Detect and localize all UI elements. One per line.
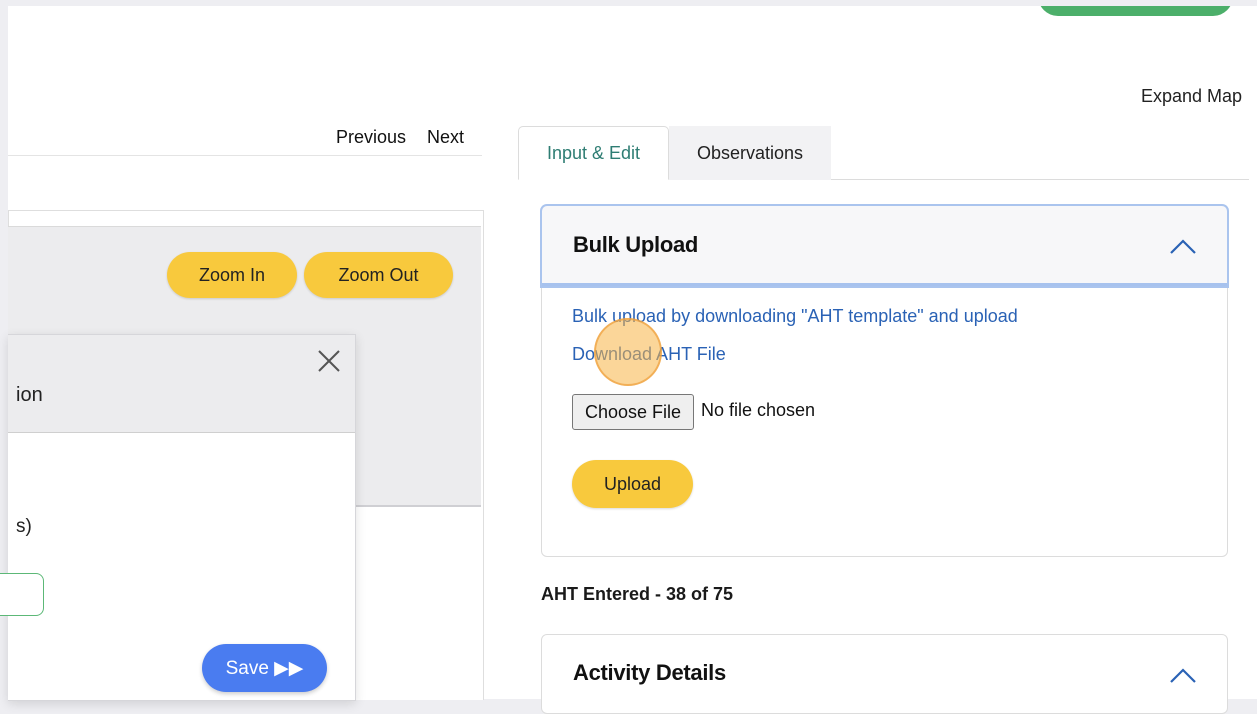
download-aht-file-link[interactable]: Download AHT File xyxy=(572,344,726,365)
bulk-upload-instruction-link[interactable]: Bulk upload by downloading "AHT template… xyxy=(572,306,1018,327)
save-next-button[interactable]: Save ▶▶ xyxy=(202,644,327,692)
zoom-in-button[interactable]: Zoom In xyxy=(167,252,297,298)
tab-input-edit[interactable]: Input & Edit xyxy=(518,126,669,180)
chevron-up-icon[interactable] xyxy=(1169,666,1197,684)
expand-map-link[interactable]: Expand Map xyxy=(1141,86,1242,107)
file-status-text: No file chosen xyxy=(701,400,816,420)
activity-details-card[interactable]: Activity Details xyxy=(541,634,1228,714)
modal-header: ion xyxy=(8,335,355,433)
aht-entered-status: AHT Entered - 38 of 75 xyxy=(541,584,734,604)
divider xyxy=(8,155,482,156)
modal-title: ion xyxy=(16,384,43,406)
next-link[interactable]: Next xyxy=(427,127,464,148)
top-action-button[interactable] xyxy=(1038,6,1233,16)
tab-observations[interactable]: Observations xyxy=(669,126,831,180)
modal-input-field[interactable] xyxy=(0,573,44,616)
chevron-up-icon[interactable] xyxy=(1169,237,1197,255)
upload-button[interactable]: Upload xyxy=(572,460,693,508)
bulk-upload-title: Bulk Upload xyxy=(573,232,699,257)
activity-details-title: Activity Details xyxy=(573,660,726,685)
zoom-out-button[interactable]: Zoom Out xyxy=(304,252,453,298)
bulk-upload-header[interactable]: Bulk Upload xyxy=(542,206,1227,286)
modal-field-label: s) xyxy=(16,516,32,537)
choose-file-button[interactable]: Choose File xyxy=(572,394,694,430)
close-icon[interactable] xyxy=(316,348,342,374)
previous-link[interactable]: Previous xyxy=(336,127,406,148)
